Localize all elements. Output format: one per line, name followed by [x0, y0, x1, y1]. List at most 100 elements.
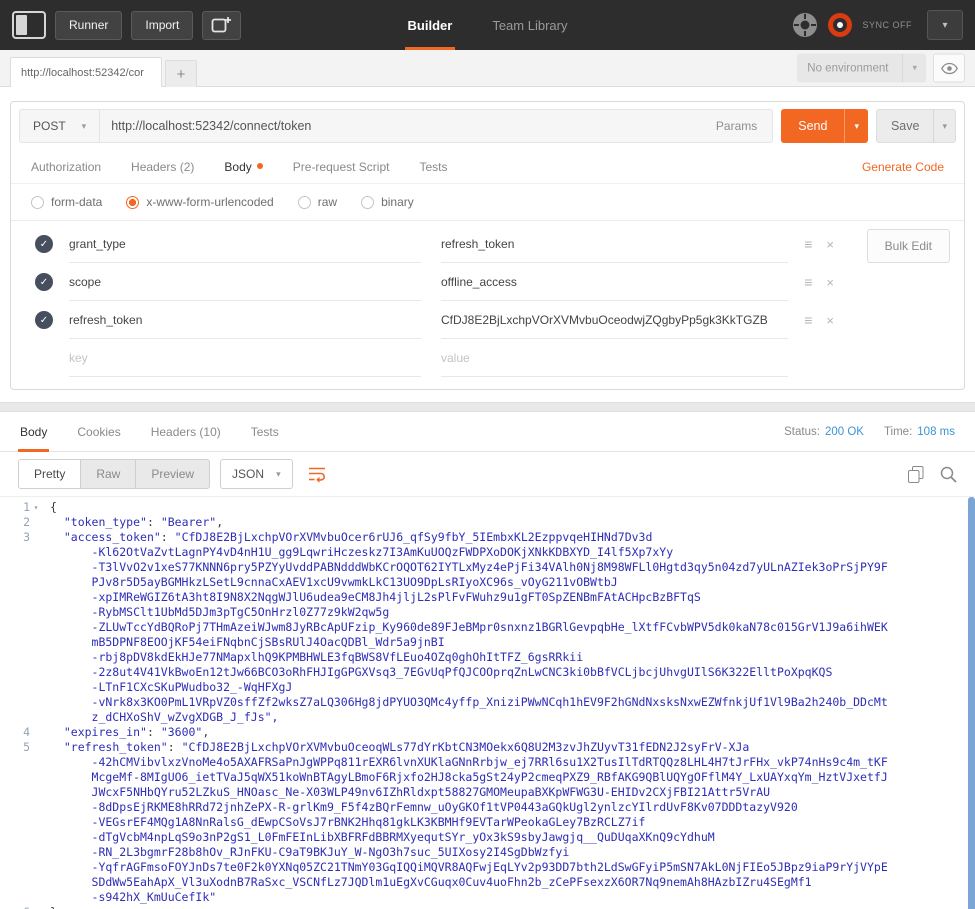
body-type-x-www-form-urlencoded[interactable]: x-www-form-urlencoded: [126, 195, 273, 209]
line-number: [0, 635, 30, 650]
code-text: "refresh_token": "CfDJ8E2BjLxchpVOrXVMvb…: [42, 740, 749, 755]
send-options-chevron[interactable]: ▾: [844, 109, 868, 143]
param-key-field[interactable]: scope: [69, 263, 421, 301]
search-icon[interactable]: [940, 466, 957, 483]
save-button[interactable]: Save ▾: [876, 109, 956, 143]
environment-selector[interactable]: No environment ▾: [797, 54, 926, 83]
request-tab-authorization[interactable]: Authorization: [31, 160, 101, 174]
param-value-field[interactable]: offline_access: [441, 263, 788, 301]
environment-value: No environment: [797, 62, 902, 74]
code-text: -42hCMVibvlxzVnoMe4o5AXAFRSaPnJgWPPq811r…: [42, 755, 888, 770]
request-tab-title: http://localhost:52342/cor: [21, 67, 144, 79]
sync-status-icon[interactable]: [827, 12, 853, 38]
remove-param-icon[interactable]: ×: [826, 237, 834, 252]
response-tab-body[interactable]: Body: [20, 412, 47, 451]
param-value-field[interactable]: refresh_token: [441, 225, 788, 263]
vertical-scrollbar[interactable]: [968, 497, 975, 909]
params-button[interactable]: Params: [701, 110, 772, 142]
body-type-raw[interactable]: raw: [298, 195, 337, 209]
sidebar-toggle-icon[interactable]: [12, 11, 46, 39]
fold-spacer: [30, 890, 42, 905]
response-body-editor[interactable]: 1▾{2 "token_type": "Bearer",3 "access_to…: [0, 496, 975, 909]
code-line: -rbj8pDV8kdEkHJe77NMapxlhQ9KPMBHWLE3fqBW…: [0, 650, 975, 665]
code-text: -RN_2L3bgmrF28b8hOv_RJnFKU-C9aT9BKJuY_W-…: [42, 845, 569, 860]
method-value: POST: [33, 119, 66, 133]
response-tab-tests[interactable]: Tests: [251, 412, 279, 451]
code-line: -RybMSClt1UbMd5DJm3pTgC5OnHrzl0Z77z9kW2q…: [0, 605, 975, 620]
code-line: -RN_2L3bgmrF28b8hOv_RJnFKU-C9aT9BKJuY_W-…: [0, 845, 975, 860]
param-key-field[interactable]: key: [69, 339, 421, 377]
response-tab-cookies[interactable]: Cookies: [77, 412, 120, 451]
format-select[interactable]: JSON ▾: [220, 459, 293, 489]
import-button[interactable]: Import: [131, 11, 193, 40]
code-line: -xpIMReWGIZ6tA3ht8I9N8X2NqgWJlU6udea9eCM…: [0, 590, 975, 605]
param-enabled-checkbox[interactable]: ✓: [35, 311, 53, 329]
drag-handle-icon[interactable]: ≡: [804, 236, 812, 252]
generate-code-link[interactable]: Generate Code: [862, 160, 944, 174]
request-tab-pre-request-script[interactable]: Pre-request Script: [293, 160, 390, 174]
radio-icon[interactable]: [361, 196, 374, 209]
save-options-chevron[interactable]: ▾: [933, 110, 955, 142]
view-mode-preview[interactable]: Preview: [136, 460, 209, 488]
fold-spacer: [30, 680, 42, 695]
copy-icon[interactable]: [908, 466, 924, 483]
environment-preview-button[interactable]: [933, 54, 965, 83]
header-menu-chevron[interactable]: ▾: [927, 10, 963, 40]
method-select[interactable]: POST ▾: [20, 110, 100, 142]
request-tab-body[interactable]: Body: [224, 160, 262, 174]
word-wrap-toggle[interactable]: [303, 459, 333, 489]
drag-handle-icon[interactable]: ≡: [804, 312, 812, 328]
time-value: 108 ms: [917, 426, 955, 438]
radio-icon[interactable]: [126, 196, 139, 209]
body-type-label: form-data: [51, 195, 102, 209]
code-text: z_dCHXoShV_wZvgXDGB_J_fJs",: [42, 710, 278, 725]
body-type-form-data[interactable]: form-data: [31, 195, 102, 209]
fold-spacer: [30, 530, 42, 545]
view-mode-switch: PrettyRawPreview: [18, 459, 210, 489]
url-input[interactable]: http://localhost:52342/connect/token: [100, 110, 701, 142]
fold-spacer: [30, 740, 42, 755]
tab-builder[interactable]: Builder: [405, 0, 456, 50]
line-number: [0, 575, 30, 590]
interceptor-icon[interactable]: [792, 12, 818, 38]
code-line: -2z8ut4V41VkBwoEn12tJw66BCO3oRhFHJIgGPGX…: [0, 665, 975, 680]
param-key-field[interactable]: grant_type: [69, 225, 421, 263]
open-request-tab[interactable]: http://localhost:52342/cor: [10, 57, 162, 87]
radio-icon[interactable]: [298, 196, 311, 209]
param-enabled-checkbox[interactable]: ✓: [35, 273, 53, 291]
param-key-field[interactable]: refresh_token: [69, 301, 421, 339]
param-enabled-checkbox[interactable]: ✓: [35, 235, 53, 253]
new-tab-button[interactable]: +: [165, 60, 197, 87]
response-tab-headers-10[interactable]: Headers (10): [151, 412, 221, 451]
runner-button[interactable]: Runner: [55, 11, 122, 40]
fold-spacer: [30, 515, 42, 530]
line-number: [0, 770, 30, 785]
tab-team-library[interactable]: Team Library: [489, 0, 570, 50]
code-text: -YqfrAGFmsoFOYJnDs7te0F2k0YXNq05ZC21TNmY…: [42, 860, 888, 875]
remove-param-icon[interactable]: ×: [826, 275, 834, 290]
drag-handle-icon[interactable]: ≡: [804, 274, 812, 290]
request-tab-tests[interactable]: Tests: [419, 160, 447, 174]
param-value-field[interactable]: CfDJ8E2BjLxchpVOrXVMvbuOceodwjZQgbyPp5gk…: [441, 301, 788, 339]
new-window-button[interactable]: [202, 11, 241, 40]
fold-arrow-icon[interactable]: ▾: [30, 500, 42, 515]
body-type-binary[interactable]: binary: [361, 195, 414, 209]
send-button[interactable]: Send ▾: [781, 109, 868, 143]
app-header: Runner Import Builder Team Library SYNC …: [0, 0, 975, 50]
line-number: [0, 680, 30, 695]
line-number: [0, 695, 30, 710]
remove-param-icon[interactable]: ×: [826, 313, 834, 328]
view-mode-pretty[interactable]: Pretty: [19, 460, 81, 488]
body-type-label: raw: [318, 195, 337, 209]
response-tabs-row: BodyCookiesHeaders (10)Tests Status:200 …: [0, 412, 975, 452]
code-text: "access_token": "CfDJ8E2BjLxchpVOrXVMvbu…: [42, 530, 652, 545]
code-text: SDdWw5EahApX_Vl3uXodnB7RaSxc_VSCNfLz7JQD…: [42, 875, 812, 890]
request-tab-headers-2[interactable]: Headers (2): [131, 160, 194, 174]
line-number: [0, 560, 30, 575]
param-value-field[interactable]: value: [441, 339, 788, 377]
request-builder: POST ▾ http://localhost:52342/connect/to…: [10, 101, 965, 390]
fold-spacer: [30, 560, 42, 575]
bulk-edit-button[interactable]: Bulk Edit: [867, 229, 950, 263]
radio-icon[interactable]: [31, 196, 44, 209]
view-mode-raw[interactable]: Raw: [81, 460, 136, 488]
